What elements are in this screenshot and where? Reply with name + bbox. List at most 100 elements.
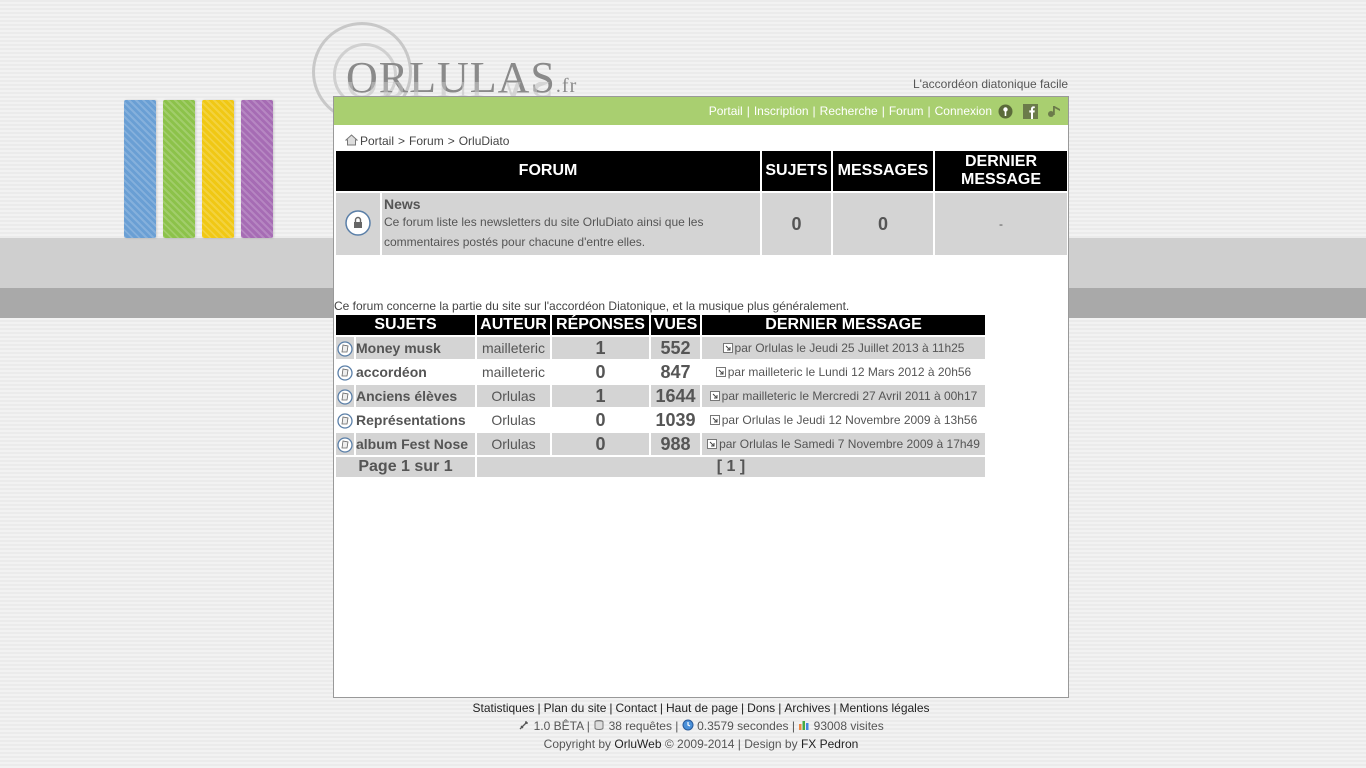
- footer-haut[interactable]: Haut de page: [666, 701, 738, 715]
- topic-last-message[interactable]: par mailleteric le Lundi 12 Mars 2012 à …: [702, 361, 985, 383]
- page-info: Page 1 sur 1: [336, 457, 475, 477]
- top-nav-bar: Portail | Inscription | Recherche | Forum | Conn…: [334, 97, 1068, 125]
- footer-dons[interactable]: Dons: [747, 701, 775, 715]
- logo-ext-text: .fr: [555, 75, 578, 97]
- site-tagline: L'accordéon diatonique facile: [913, 77, 1069, 91]
- top-nav: Portail | Inscription | Recherche | Forum | Conn…: [708, 104, 992, 118]
- forum-title-news[interactable]: News: [384, 196, 758, 212]
- topic-icon-cell: [336, 361, 354, 383]
- facebook-icon[interactable]: [1023, 104, 1038, 119]
- clock-icon: [682, 719, 694, 731]
- breadcrumb-orludiato[interactable]: OrluDiato: [459, 134, 510, 148]
- goto-message-icon[interactable]: [709, 415, 720, 425]
- forum-description-text: Ce forum concerne la partie du site sur …: [334, 299, 850, 313]
- sujets-header: SUJETS: [762, 151, 831, 191]
- topic-last-message[interactable]: par Orlulas le Jeudi 12 Novembre 2009 à …: [702, 409, 985, 431]
- topic-icon-cell: [336, 385, 354, 407]
- goto-message-icon[interactable]: [715, 367, 726, 377]
- topic-replies: 0: [552, 361, 649, 383]
- nav-forum[interactable]: Forum: [889, 104, 924, 118]
- goto-message-icon[interactable]: [722, 343, 733, 353]
- nav-recherche[interactable]: Recherche: [820, 104, 878, 118]
- topic-icon-cell: [336, 433, 354, 455]
- topics-table: SUJETS AUTEUR RÉPONSES VUES DERNIER MESS…: [334, 313, 987, 479]
- topic-title[interactable]: Money musk: [356, 337, 475, 359]
- topic-author[interactable]: Orlulas: [477, 409, 550, 431]
- topic-title[interactable]: Anciens élèves: [356, 385, 475, 407]
- topic-author[interactable]: mailleteric: [477, 361, 550, 383]
- forum-last-message: -: [935, 193, 1067, 255]
- footer-copyright: Copyright by OrluWeb © 2009-2014 | Desig…: [543, 737, 859, 751]
- topic-last-message[interactable]: par Orlulas le Samedi 7 Novembre 2009 à …: [702, 433, 985, 455]
- topic-views: 847: [651, 361, 700, 383]
- topic-replies: 1: [552, 337, 649, 359]
- topic-icon: [337, 388, 353, 405]
- footer-archives[interactable]: Archives: [784, 701, 830, 715]
- goto-message-icon[interactable]: [707, 439, 718, 449]
- decor-strip-yellow: [202, 100, 234, 238]
- bar-chart-icon: [799, 721, 809, 730]
- topic-icon: [337, 340, 353, 357]
- nav-portail[interactable]: Portail: [709, 104, 743, 118]
- forum-header: FORUM: [336, 151, 760, 191]
- topic-icon: [337, 364, 353, 381]
- home-icon: [344, 134, 359, 146]
- footer-plan[interactable]: Plan du site: [544, 701, 607, 715]
- messages-header: MESSAGES: [833, 151, 933, 191]
- music-note-icon[interactable]: [1047, 104, 1062, 119]
- breadcrumb-portail[interactable]: Portail: [360, 134, 394, 148]
- topics-auteur-header: AUTEUR: [477, 315, 550, 335]
- table-row: Représentations Orlulas 0 1039 par Orlulas l…: [336, 409, 985, 431]
- lock-icon: [345, 209, 371, 236]
- designer-link[interactable]: FX Pedron: [801, 737, 858, 751]
- topics-sujets-header: SUJETS: [336, 315, 475, 335]
- topic-icon-cell: [336, 409, 354, 431]
- topic-last-message[interactable]: par mailleteric le Mercredi 27 Avril 201…: [702, 385, 985, 407]
- footer-stats: 1.0 BÊTA | 38 requêtes | 0.3579 secondes…: [333, 717, 1069, 735]
- footer-statistiques[interactable]: Statistiques: [472, 701, 534, 715]
- topics-vues-header: VUES: [651, 315, 700, 335]
- topic-icon-cell: [336, 337, 354, 359]
- database-icon: [594, 720, 604, 730]
- topics-reponses-header: RÉPONSES: [552, 315, 649, 335]
- topic-author[interactable]: mailleteric: [477, 337, 550, 359]
- key-icon[interactable]: [998, 104, 1013, 119]
- dernier-message-header: DERNIER MESSAGE: [935, 151, 1067, 191]
- nav-connexion[interactable]: Connexion: [935, 104, 992, 118]
- topic-views: 988: [651, 433, 700, 455]
- table-row: album Fest Nose Orlulas 0 988 par Orlulas le…: [336, 433, 985, 455]
- rocket-icon: [519, 721, 528, 730]
- breadcrumb-forum[interactable]: Forum: [409, 134, 444, 148]
- footer-contact[interactable]: Contact: [616, 701, 657, 715]
- topic-views: 1039: [651, 409, 700, 431]
- topic-title[interactable]: album Fest Nose: [356, 433, 475, 455]
- table-row: Money musk mailleteric 1 552 par Orlulas le …: [336, 337, 985, 359]
- table-row: accordéon mailleteric 0 847 par mailleteric …: [336, 361, 985, 383]
- topic-icon: [337, 412, 353, 429]
- page-links[interactable]: [ 1 ]: [477, 457, 985, 477]
- goto-message-icon[interactable]: [709, 391, 720, 401]
- forum-description: Ce forum liste les newsletters du site O…: [384, 215, 704, 249]
- topic-replies: 0: [552, 409, 649, 431]
- main-panel: Portail | Inscription | Recherche | Forum | Conn…: [333, 96, 1069, 698]
- orluweb-link[interactable]: OrluWeb: [614, 737, 661, 751]
- requests-text: 38 requêtes: [608, 719, 672, 733]
- table-row: Anciens élèves Orlulas 1 1644 par mailleteri…: [336, 385, 985, 407]
- topic-views: 1644: [651, 385, 700, 407]
- topic-title[interactable]: accordéon: [356, 361, 475, 383]
- topic-last-message[interactable]: par Orlulas le Jeudi 25 Juillet 2013 à 1…: [702, 337, 985, 359]
- forum-row: News Ce forum liste les newsletters du s…: [336, 193, 1067, 255]
- breadcrumb: Portail > Forum > OrluDiato: [344, 134, 510, 148]
- topics-dernier-header: DERNIER MESSAGE: [702, 315, 985, 335]
- visits-text: 93008 visites: [813, 719, 884, 733]
- topic-title[interactable]: Représentations: [356, 409, 475, 431]
- topic-author[interactable]: Orlulas: [477, 385, 550, 407]
- topic-author[interactable]: Orlulas: [477, 433, 550, 455]
- forum-table: FORUM SUJETS MESSAGES DERNIER MESSAGE Ne…: [334, 149, 1069, 257]
- topic-views: 552: [651, 337, 700, 359]
- footer-mentions[interactable]: Mentions légales: [839, 701, 929, 715]
- topic-replies: 1: [552, 385, 649, 407]
- nav-inscription[interactable]: Inscription: [754, 104, 809, 118]
- decor-strip-green: [163, 100, 195, 238]
- decor-strip-blue: [124, 100, 156, 238]
